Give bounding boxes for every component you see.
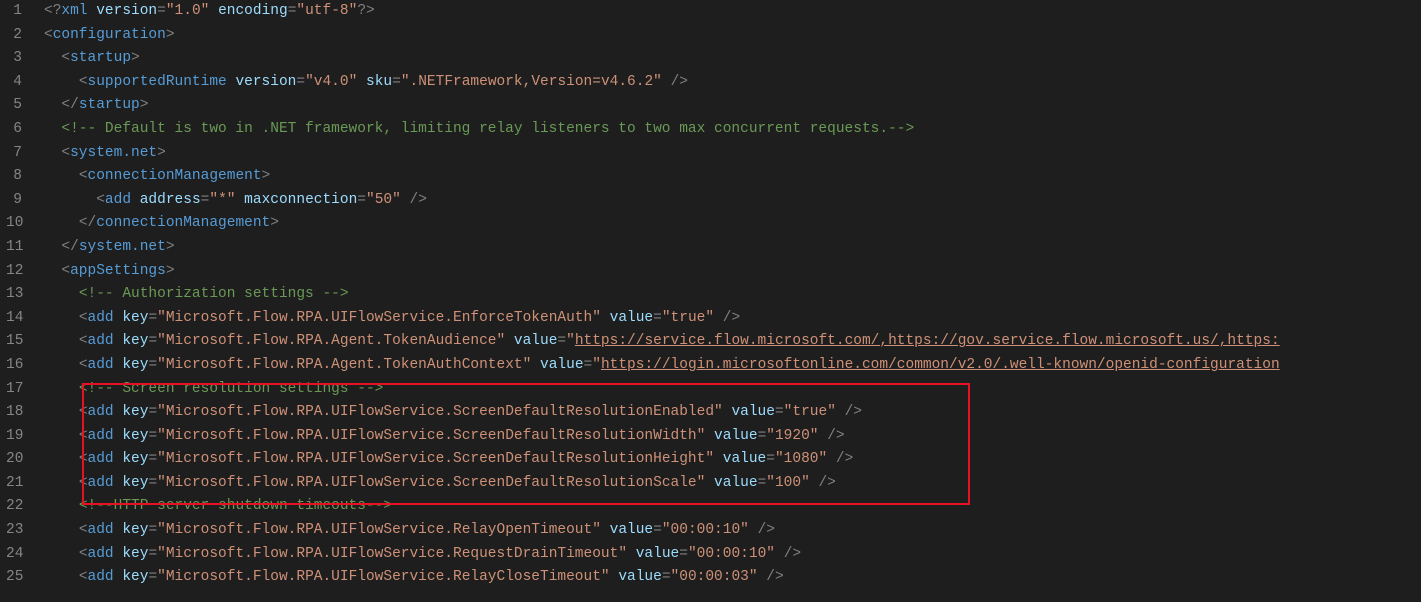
line-number-gutter: 1 2 3 4 5 6 7 8 9 10 11 12 13 14 15 16 1… [0, 0, 36, 590]
tag-supportedruntime: supportedRuntime [88, 74, 227, 90]
line-number: 2 [6, 24, 22, 48]
code-line[interactable]: </startup> [44, 94, 1421, 118]
code-line[interactable]: <appSettings> [44, 260, 1421, 284]
line-number: 6 [6, 118, 22, 142]
code-line[interactable]: <!-- Default is two in .NET framework, l… [44, 118, 1421, 142]
tag-configuration: configuration [53, 27, 166, 43]
key-res-enabled: Microsoft.Flow.RPA.UIFlowService.ScreenD… [166, 404, 714, 420]
line-number: 8 [6, 165, 22, 189]
line-number: 3 [6, 47, 22, 71]
code-area[interactable]: <?xml version="1.0" encoding="utf-8"?> <… [36, 0, 1421, 590]
line-number: 17 [6, 378, 22, 402]
key-res-height: Microsoft.Flow.RPA.UIFlowService.ScreenD… [166, 451, 706, 467]
code-line[interactable]: <add address="*" maxconnection="50" /> [44, 189, 1421, 213]
line-number: 21 [6, 472, 22, 496]
line-number: 5 [6, 94, 22, 118]
code-line[interactable]: <add key="Microsoft.Flow.RPA.Agent.Token… [44, 354, 1421, 378]
code-line[interactable]: </connectionManagement> [44, 212, 1421, 236]
code-line[interactable]: <add key="Microsoft.Flow.RPA.UIFlowServi… [44, 425, 1421, 449]
key-res-scale: Microsoft.Flow.RPA.UIFlowService.ScreenD… [166, 475, 697, 491]
code-line[interactable]: <add key="Microsoft.Flow.RPA.UIFlowServi… [44, 472, 1421, 496]
key-tokenaudience: Microsoft.Flow.RPA.Agent.TokenAudience [166, 333, 497, 349]
code-line[interactable]: <add key="Microsoft.Flow.RPA.UIFlowServi… [44, 566, 1421, 590]
comment-screen: !-- Screen resolution settings -- [88, 381, 375, 397]
line-number: 22 [6, 495, 22, 519]
tag-appsettings: appSettings [70, 263, 166, 279]
code-editor[interactable]: 1 2 3 4 5 6 7 8 9 10 11 12 13 14 15 16 1… [0, 0, 1421, 590]
line-number: 13 [6, 283, 22, 307]
xml-version: 1.0 [175, 3, 201, 19]
code-line[interactable]: <supportedRuntime version="v4.0" sku=".N… [44, 71, 1421, 95]
tag-startup: startup [70, 50, 131, 66]
code-line[interactable]: <add key="Microsoft.Flow.RPA.UIFlowServi… [44, 519, 1421, 543]
line-number: 20 [6, 448, 22, 472]
code-line[interactable]: <add key="Microsoft.Flow.RPA.UIFlowServi… [44, 543, 1421, 567]
line-number: 16 [6, 354, 22, 378]
line-number: 18 [6, 401, 22, 425]
xml-encoding: utf-8 [305, 3, 349, 19]
code-line[interactable]: <?xml version="1.0" encoding="utf-8"?> [44, 0, 1421, 24]
comment-net: !-- Default is two in .NET framework, li… [70, 121, 905, 137]
key-tokenauthcontext: Microsoft.Flow.RPA.Agent.TokenAuthContex… [166, 357, 523, 373]
code-line[interactable]: <!-- Authorization settings --> [44, 283, 1421, 307]
line-number: 24 [6, 543, 22, 567]
code-line[interactable]: <add key="Microsoft.Flow.RPA.Agent.Token… [44, 330, 1421, 354]
line-number: 23 [6, 519, 22, 543]
code-line[interactable]: </system.net> [44, 236, 1421, 260]
code-line[interactable]: <system.net> [44, 142, 1421, 166]
line-number: 25 [6, 566, 22, 590]
line-number: 4 [6, 71, 22, 95]
line-number: 11 [6, 236, 22, 260]
comment-auth: !-- Authorization settings -- [88, 286, 340, 302]
code-line[interactable]: <!-- Screen resolution settings --> [44, 378, 1421, 402]
code-line[interactable]: <configuration> [44, 24, 1421, 48]
line-number: 1 [6, 0, 22, 24]
line-number: 19 [6, 425, 22, 449]
line-number: 15 [6, 330, 22, 354]
code-line[interactable]: <startup> [44, 47, 1421, 71]
key-relayopen: Microsoft.Flow.RPA.UIFlowService.RelayOp… [166, 522, 592, 538]
line-number: 7 [6, 142, 22, 166]
tag-systemnet: system.net [70, 145, 157, 161]
code-line[interactable]: <add key="Microsoft.Flow.RPA.UIFlowServi… [44, 448, 1421, 472]
line-number: 14 [6, 307, 22, 331]
code-line[interactable]: <!--HTTP server shutdown timeouts--> [44, 495, 1421, 519]
key-res-width: Microsoft.Flow.RPA.UIFlowService.ScreenD… [166, 428, 697, 444]
code-line[interactable]: <add key="Microsoft.Flow.RPA.UIFlowServi… [44, 307, 1421, 331]
code-line[interactable]: <connectionManagement> [44, 165, 1421, 189]
key-relayclose: Microsoft.Flow.RPA.UIFlowService.RelayCl… [166, 569, 601, 585]
line-number: 12 [6, 260, 22, 284]
key-enforcetokenauth: Microsoft.Flow.RPA.UIFlowService.Enforce… [166, 310, 592, 326]
line-number: 9 [6, 189, 22, 213]
comment-http: !--HTTP server shutdown timeouts-- [88, 498, 384, 514]
line-number: 10 [6, 212, 22, 236]
code-line[interactable]: <add key="Microsoft.Flow.RPA.UIFlowServi… [44, 401, 1421, 425]
tag-connectionmanagement: connectionManagement [88, 168, 262, 184]
key-requestdrain: Microsoft.Flow.RPA.UIFlowService.Request… [166, 546, 618, 562]
